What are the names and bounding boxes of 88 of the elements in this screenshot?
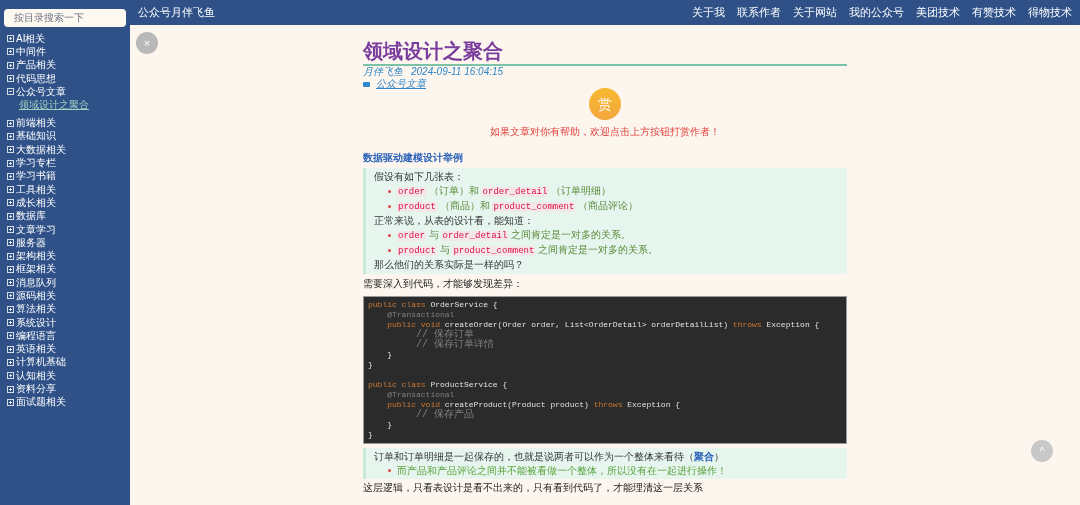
paragraph: 假设有如下几张表： bbox=[374, 170, 464, 184]
expand-icon[interactable] bbox=[7, 212, 14, 220]
post-date: 2024-09-11 16:04:15 bbox=[411, 66, 504, 78]
expand-icon[interactable] bbox=[7, 35, 14, 43]
section-heading: 数据驱动建模设计举例 bbox=[363, 152, 463, 164]
nav-link[interactable]: 联系作者 bbox=[737, 4, 781, 21]
site-title[interactable]: 公众号月伴飞鱼 bbox=[138, 4, 215, 21]
sidebar-item[interactable]: 公众号文章 bbox=[16, 85, 66, 98]
author-name: 月伴飞鱼 bbox=[363, 66, 403, 78]
sidebar-item[interactable]: 基础知识 bbox=[16, 130, 56, 143]
expand-icon[interactable] bbox=[7, 398, 14, 406]
sidebar-item[interactable]: 大数据相关 bbox=[16, 143, 66, 156]
article-title: 领域设计之聚合 bbox=[363, 39, 503, 63]
paragraph: 这层逻辑，只看表设计是看不出来的，只有看到代码了，才能理清这一层关系 bbox=[363, 482, 703, 494]
sidebar-item[interactable]: 数据库 bbox=[16, 210, 46, 223]
nav-link[interactable]: 关于我 bbox=[692, 4, 725, 21]
expand-icon[interactable] bbox=[7, 226, 14, 233]
expand-icon[interactable] bbox=[7, 319, 14, 327]
expand-icon[interactable] bbox=[7, 186, 14, 194]
sidebar-item[interactable]: 编程语言 bbox=[16, 329, 56, 342]
bullet-icon bbox=[388, 249, 391, 252]
expand-icon[interactable] bbox=[7, 385, 14, 393]
nav-link[interactable]: 有赞技术 bbox=[972, 4, 1016, 21]
sidebar-item[interactable]: 前端相关 bbox=[16, 117, 56, 130]
search-field[interactable]: 按目录搜索一下 bbox=[4, 8, 126, 27]
expand-icon[interactable] bbox=[7, 239, 14, 247]
expand-icon[interactable] bbox=[7, 48, 14, 56]
sidebar-item[interactable]: 中间件 bbox=[16, 45, 46, 58]
bullet-icon bbox=[388, 234, 391, 237]
expand-icon[interactable] bbox=[7, 146, 14, 154]
bullet-icon bbox=[388, 190, 391, 193]
category-link[interactable]: 公众号文章 bbox=[376, 78, 426, 90]
sidebar-item[interactable]: 源码相关 bbox=[16, 290, 56, 302]
sidebar-item[interactable]: 服务器 bbox=[16, 236, 46, 249]
paragraph: 订单和订单明细是一起保存的，也就是说两者可以作为一个整体来看待（聚合） bbox=[374, 450, 724, 464]
sidebar-item[interactable]: 英语相关 bbox=[16, 343, 56, 356]
paragraph: 正常来说，从表的设计看，能知道： bbox=[374, 214, 534, 228]
expand-icon[interactable] bbox=[7, 199, 14, 207]
nav-link[interactable]: 我的公众号 bbox=[849, 4, 904, 21]
sidebar-item[interactable]: 框架相关 bbox=[16, 263, 56, 276]
expand-icon[interactable] bbox=[7, 172, 14, 180]
list-item: order （订单）和 order_detail （订单明细） bbox=[397, 184, 612, 199]
list-item: product 与 product_comment 之间肯定是一对多的关系。 bbox=[397, 243, 659, 258]
paragraph: 那么他们的关系实际是一样的吗？ bbox=[374, 258, 524, 272]
list-item: order 与 order_detail 之间肯定是一对多的关系。 bbox=[397, 228, 632, 243]
sidebar-item[interactable]: 算法相关 bbox=[16, 303, 56, 316]
sidebar-item[interactable]: 面试题相关 bbox=[16, 396, 66, 409]
sidebar-item[interactable]: 代码思想 bbox=[16, 72, 56, 85]
list-item: 而产品和产品评论之间并不能被看做一个整体，所以没有在一起进行操作！ bbox=[397, 464, 727, 477]
folder-icon bbox=[363, 81, 370, 87]
sidebar-link[interactable]: 领域设计之聚合 bbox=[19, 98, 130, 112]
reward-message: 如果文章对你有帮助，欢迎点击上方按钮打赏作者！ bbox=[490, 126, 720, 138]
sidebar-item[interactable]: 学习书籍 bbox=[16, 170, 56, 183]
nav-link[interactable]: 得物技术 bbox=[1028, 4, 1072, 21]
expand-icon[interactable] bbox=[7, 358, 14, 366]
sidebar-item[interactable]: 消息队列 bbox=[16, 276, 56, 289]
bullet-icon bbox=[388, 469, 391, 472]
expand-icon[interactable] bbox=[7, 292, 14, 300]
sidebar-item[interactable]: 计算机基础 bbox=[16, 356, 66, 369]
collapse-icon[interactable] bbox=[7, 88, 14, 96]
code-block: public class OrderService { @Transactional public void createOrder(Order order, List<OrderDetail> orderDetailList) throws Exception { // 保存订单 // 保存订单详情 } } public class ProductService { @Transactional public void createProduct(Product product) throws Exception { // 保存产品 } } bbox=[363, 296, 847, 444]
expand-icon[interactable] bbox=[7, 305, 14, 313]
list-item: product （商品）和 product_comment （商品评论） bbox=[397, 199, 639, 214]
sidebar-item[interactable]: 资料分享 bbox=[16, 383, 56, 396]
sidebar-item[interactable]: 成长相关 bbox=[16, 196, 56, 209]
expand-icon[interactable] bbox=[7, 119, 14, 127]
expand-icon[interactable] bbox=[7, 279, 14, 287]
sidebar-item[interactable]: 文章学习 bbox=[16, 223, 56, 236]
expand-icon[interactable] bbox=[7, 159, 14, 167]
sidebar-item[interactable]: 工具相关 bbox=[16, 183, 56, 196]
sidebar-item[interactable]: 架构相关 bbox=[16, 250, 56, 263]
sidebar-item[interactable]: 认知相关 bbox=[16, 369, 56, 382]
bullet-icon bbox=[388, 205, 391, 208]
nav-link[interactable]: 关于网站 bbox=[793, 4, 837, 21]
sidebar-item[interactable]: 学习专栏 bbox=[16, 157, 56, 169]
nav-link[interactable]: 美团技术 bbox=[916, 4, 960, 21]
expand-icon[interactable] bbox=[7, 61, 14, 69]
expand-icon[interactable] bbox=[7, 345, 14, 353]
expand-icon[interactable] bbox=[7, 252, 14, 260]
expand-icon[interactable] bbox=[7, 372, 14, 380]
sidebar-item[interactable]: 产品相关 bbox=[16, 59, 56, 72]
expand-icon[interactable] bbox=[7, 132, 14, 140]
expand-icon[interactable] bbox=[7, 75, 14, 83]
sidebar-item[interactable]: AI相关 bbox=[16, 32, 46, 45]
paragraph: 需要深入到代码，才能够发现差异： bbox=[363, 278, 523, 290]
expand-icon[interactable] bbox=[7, 332, 14, 340]
sidebar-item[interactable]: 系统设计 bbox=[16, 316, 56, 329]
expand-icon[interactable] bbox=[7, 265, 14, 273]
